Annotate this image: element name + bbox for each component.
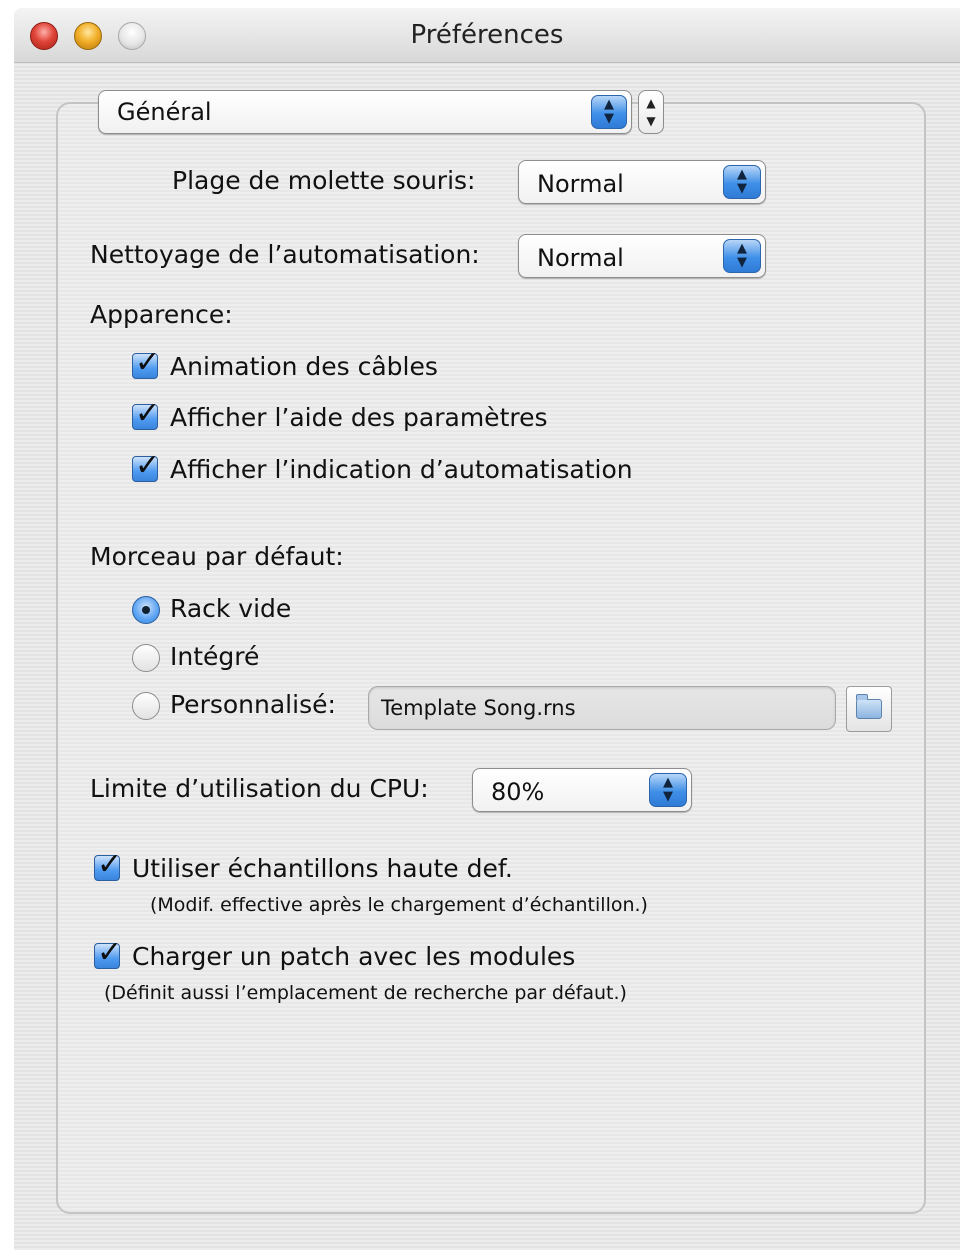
high-res-samples-checkbox[interactable]: ✓ <box>94 847 122 882</box>
checkmark-icon: ✓ <box>135 448 161 483</box>
automation-cleanup-value: Normal <box>537 244 624 272</box>
checkmark-icon: ✓ <box>135 345 161 380</box>
appearance-heading: Apparence: <box>90 300 233 329</box>
preferences-window: Préférences Général ▲ ▼ ▲ ▼ Plage de mole… <box>14 8 960 1250</box>
chevron-up-icon[interactable]: ▲ <box>646 96 655 110</box>
custom-radio[interactable] <box>132 692 160 720</box>
custom-label[interactable]: Personnalisé: <box>170 690 336 719</box>
chevron-up-down-icon: ▲ ▼ <box>723 165 761 199</box>
browse-folder-button[interactable] <box>846 686 892 732</box>
section-popup[interactable]: Général ▲ ▼ <box>98 90 632 134</box>
automation-indication-checkbox[interactable]: ✓ <box>132 448 160 483</box>
chevron-down-icon[interactable]: ▼ <box>646 114 655 128</box>
load-patch-checkbox[interactable]: ✓ <box>94 935 122 970</box>
title-bar[interactable]: Préférences <box>14 8 960 63</box>
high-res-samples-label[interactable]: Utiliser échantillons haute def. <box>132 854 513 883</box>
cpu-limit-label: Limite d’utilisation du CPU: <box>90 774 429 803</box>
cpu-limit-value: 80% <box>491 778 545 806</box>
custom-song-path-field[interactable]: Template Song.rns <box>368 686 836 730</box>
built-in-radio[interactable] <box>132 644 160 672</box>
checkmark-icon: ✓ <box>97 935 123 970</box>
chevron-up-down-icon: ▲ ▼ <box>649 773 687 807</box>
high-res-samples-note: (Modif. effective après le chargement d’… <box>150 894 648 916</box>
mouse-wheel-range-popup[interactable]: Normal ▲ ▼ <box>518 160 766 204</box>
folder-icon <box>856 694 882 719</box>
built-in-label[interactable]: Intégré <box>170 642 259 671</box>
checkmark-icon: ✓ <box>135 396 161 431</box>
load-patch-label[interactable]: Charger un patch avec les modules <box>132 942 575 971</box>
automation-cleanup-popup[interactable]: Normal ▲ ▼ <box>518 234 766 278</box>
cable-animation-label[interactable]: Animation des câbles <box>170 352 438 381</box>
parameter-help-checkbox[interactable]: ✓ <box>132 396 160 431</box>
mouse-wheel-range-label: Plage de molette souris: <box>172 166 476 195</box>
chevron-up-down-icon: ▲ ▼ <box>591 95 627 129</box>
section-stepper[interactable]: ▲ ▼ <box>638 90 664 134</box>
checkmark-icon: ✓ <box>97 847 123 882</box>
default-song-heading: Morceau par défaut: <box>90 542 344 571</box>
automation-indication-label[interactable]: Afficher l’indication d’automatisation <box>170 455 633 484</box>
empty-rack-label[interactable]: Rack vide <box>170 594 291 623</box>
section-popup-value: Général <box>117 98 212 126</box>
empty-rack-radio[interactable] <box>132 596 160 624</box>
cable-animation-checkbox[interactable]: ✓ <box>132 345 160 380</box>
custom-song-path-value: Template Song.rns <box>381 696 576 720</box>
chevron-up-down-icon: ▲ ▼ <box>723 239 761 273</box>
cpu-limit-popup[interactable]: 80% ▲ ▼ <box>472 768 692 812</box>
load-patch-note: (Définit aussi l’emplacement de recherch… <box>104 982 627 1004</box>
automation-cleanup-label: Nettoyage de l’automatisation: <box>90 240 480 269</box>
parameter-help-label[interactable]: Afficher l’aide des paramètres <box>170 403 548 432</box>
window-title: Préférences <box>410 20 564 50</box>
mouse-wheel-range-value: Normal <box>537 170 624 198</box>
